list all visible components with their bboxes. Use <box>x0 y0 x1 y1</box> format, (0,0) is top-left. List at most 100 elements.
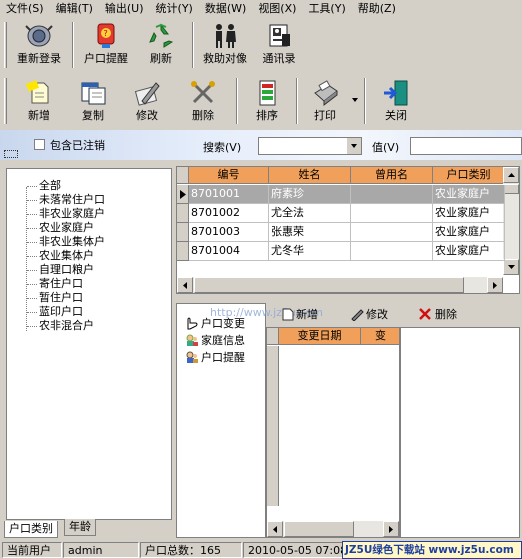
tab-household-type[interactable]: 户口类别 <box>4 521 58 538</box>
toolbar-grip[interactable] <box>4 22 7 68</box>
table-cell[interactable]: 张惠荣 <box>269 223 351 242</box>
delete-x-icon <box>419 308 431 320</box>
menu-help[interactable]: 帮助(Z) <box>352 0 402 17</box>
row-indicator[interactable] <box>177 223 189 242</box>
grid-horizontal-scrollbar[interactable] <box>177 277 503 293</box>
print-dropdown-arrow-icon[interactable] <box>352 98 358 102</box>
tree-item[interactable]: 农业集体户 <box>27 249 94 263</box>
detail-add-button[interactable]: 新增 <box>282 306 318 322</box>
delete-button[interactable]: 删除 <box>178 78 228 122</box>
table-cell[interactable] <box>351 204 433 223</box>
menu-output[interactable]: 输出(U) <box>99 0 150 17</box>
value-label: 值(V) <box>372 141 400 154</box>
table-cell[interactable] <box>351 242 433 261</box>
tree-item[interactable]: 寄住户口 <box>27 277 83 291</box>
relogin-button[interactable]: 重新登录 <box>10 21 68 65</box>
tree-item[interactable]: 自理口粮户 <box>27 263 94 277</box>
menu-data[interactable]: 数据(W) <box>199 0 252 17</box>
chevron-down-icon[interactable] <box>346 138 361 154</box>
row-indicator[interactable] <box>177 242 189 261</box>
people-icon <box>208 21 242 51</box>
scroll-thumb[interactable] <box>194 277 464 293</box>
site-banner: JZ5U绿色下载站 www.jz5u.com <box>342 541 522 559</box>
scroll-thumb[interactable] <box>284 521 354 537</box>
detail-delete-button[interactable]: 删除 <box>418 306 457 322</box>
add-button[interactable]: 新增 <box>14 78 64 122</box>
status-bar: 当前用户 admin 户口总数：165 2010-05-05 07:08: JZ… <box>0 541 522 559</box>
detail-edit-button[interactable]: 修改 <box>350 306 388 322</box>
tree-item[interactable]: 蓝印户口 <box>27 305 83 319</box>
table-cell[interactable] <box>351 223 433 242</box>
table-cell[interactable]: 农业家庭户 <box>433 204 505 223</box>
scroll-left-icon[interactable] <box>267 521 283 537</box>
copy-button[interactable]: 复制 <box>68 78 118 122</box>
column-header-former-name[interactable]: 曾用名 <box>351 167 433 184</box>
column-header-change-date[interactable]: 变更日期 <box>279 328 361 345</box>
table-cell[interactable]: 8701001 <box>189 185 269 204</box>
column-header-change[interactable]: 变 <box>361 328 399 345</box>
edit-button[interactable]: 修改 <box>122 78 172 122</box>
row-indicator[interactable] <box>177 185 189 204</box>
separator <box>72 22 74 68</box>
tree-item[interactable]: 农业家庭户 <box>27 221 94 235</box>
tree-item[interactable]: 未落常住户口 <box>27 193 105 207</box>
copy-icon <box>76 78 110 108</box>
splitter-handle-icon[interactable] <box>4 150 18 158</box>
tree-item[interactable]: 非农业集体户 <box>27 235 105 249</box>
subgrid-horizontal-scrollbar[interactable] <box>267 521 399 537</box>
value-input[interactable] <box>410 137 522 155</box>
menu-tools[interactable]: 工具(Y) <box>302 0 351 17</box>
include-cancelled-checkbox[interactable] <box>34 139 45 150</box>
table-cell[interactable]: 府素珍 <box>269 185 351 204</box>
table-cell[interactable]: 尤全法 <box>269 204 351 223</box>
aid-recipients-button[interactable]: 救助对像 <box>198 21 252 65</box>
tree-item[interactable]: 农非混合户 <box>27 319 94 333</box>
scroll-down-icon[interactable] <box>503 259 519 275</box>
refresh-button[interactable]: 刷新 <box>136 21 186 65</box>
table-cell[interactable]: 农业家庭户 <box>433 223 505 242</box>
print-button[interactable]: 打印 <box>302 78 348 122</box>
menu-statistics[interactable]: 统计(Y) <box>150 0 199 17</box>
menu-file[interactable]: 文件(S) <box>0 0 50 17</box>
column-header-id[interactable]: 编号 <box>189 167 269 184</box>
separator <box>364 78 366 124</box>
table-cell[interactable]: 8701002 <box>189 204 269 223</box>
edit-pencil-icon <box>130 78 164 108</box>
scroll-right-icon[interactable] <box>383 521 399 537</box>
table-cell[interactable] <box>351 185 433 204</box>
detail-pane <box>400 327 520 538</box>
search-field-select[interactable] <box>258 137 362 155</box>
table-cell[interactable]: 农业家庭户 <box>433 185 505 204</box>
tree-connector <box>26 187 27 331</box>
scroll-thumb[interactable] <box>503 184 519 194</box>
contacts-book-icon <box>262 21 296 51</box>
tree-item[interactable]: 暂住户口 <box>27 291 83 305</box>
grid-vertical-scrollbar[interactable] <box>503 167 519 275</box>
new-record-icon <box>22 78 56 108</box>
close-button[interactable]: 关闭 <box>372 78 420 122</box>
tab-age[interactable]: 年龄 <box>64 519 96 536</box>
menu-view[interactable]: 视图(X) <box>252 0 302 17</box>
contacts-button[interactable]: 通讯录 <box>254 21 304 65</box>
column-header-household-type[interactable]: 户口类别 <box>433 167 505 184</box>
scroll-up-icon[interactable] <box>503 167 519 183</box>
toolbar-edit: 新增 复制 修改 删除 排序 打印 关闭 <box>0 74 522 128</box>
household-reminder-button[interactable]: ? 户口提醒 <box>78 21 134 65</box>
tree-item[interactable]: 非农业家庭户 <box>27 207 105 221</box>
sort-button[interactable]: 排序 <box>242 78 292 122</box>
table-cell[interactable]: 8701003 <box>189 223 269 242</box>
table-cell[interactable]: 8701004 <box>189 242 269 261</box>
scroll-right-icon[interactable] <box>487 277 503 293</box>
scroll-left-icon[interactable] <box>177 277 193 293</box>
nav-household-reminder[interactable]: 户口提醒 <box>185 349 245 365</box>
menu-edit[interactable]: 编辑(T) <box>50 0 99 17</box>
household-grid: 编号 姓名 曾用名 户口类别 8701001 府素珍 农业家庭户 8701002 尤全法… <box>176 166 520 294</box>
table-cell[interactable]: 农业家庭户 <box>433 242 505 261</box>
table-cell[interactable]: 尤冬华 <box>269 242 351 261</box>
column-header-name[interactable]: 姓名 <box>269 167 351 184</box>
tree-item[interactable]: 全部 <box>27 179 61 193</box>
nav-family-info[interactable]: 家庭信息 <box>185 332 245 348</box>
row-indicator[interactable] <box>177 204 189 223</box>
toolbar-grip[interactable] <box>4 78 7 124</box>
household-total: 户口总数：165 <box>140 542 242 558</box>
